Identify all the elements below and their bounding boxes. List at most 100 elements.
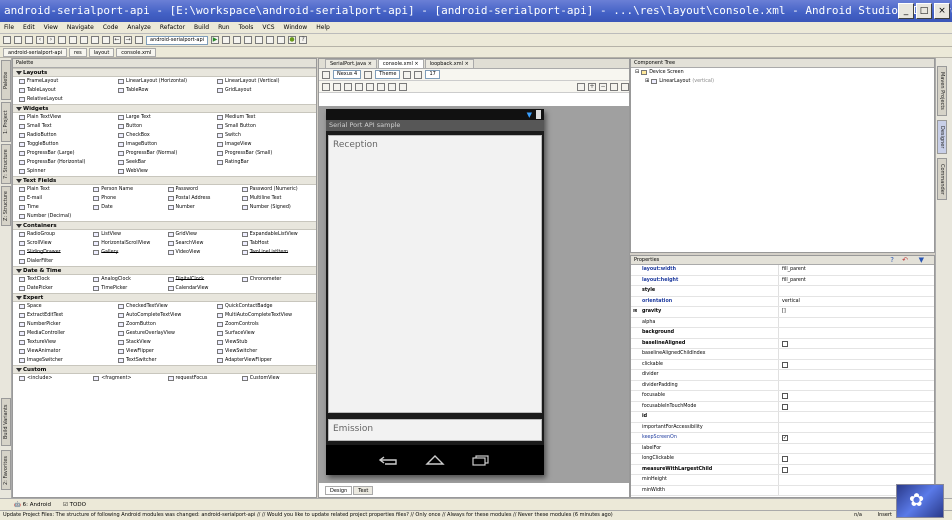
menu-navigate[interactable]: Navigate	[67, 22, 94, 33]
property-value[interactable]	[779, 444, 934, 454]
find-icon[interactable]	[91, 36, 99, 44]
palette-item[interactable]: requestFocus	[167, 374, 242, 383]
property-value[interactable]: []	[779, 307, 934, 317]
project-structure-icon[interactable]	[255, 36, 264, 44]
property-checkbox[interactable]: ✓	[782, 435, 788, 441]
palette-item[interactable]: E-mail	[19, 194, 93, 203]
palette-item[interactable]: ViewFlipper	[118, 347, 217, 356]
palette-item[interactable]: SurfaceView	[217, 329, 316, 338]
emission-edittext[interactable]: Emission	[328, 419, 542, 441]
palette-item[interactable]: Phone	[93, 194, 167, 203]
property-value[interactable]	[779, 391, 934, 401]
zoom-out-icon[interactable]: −	[599, 82, 607, 91]
align-icon[interactable]	[322, 82, 330, 91]
palette-item[interactable]: TextClock	[19, 275, 93, 284]
property-row[interactable]: focusable	[631, 391, 934, 402]
property-row[interactable]: background	[631, 328, 934, 339]
tab-favorites[interactable]: 2: Favorites	[1, 450, 11, 490]
property-row[interactable]: ⊞ gravity []	[631, 307, 934, 318]
expand-icon[interactable]: ⊞	[633, 307, 637, 317]
menu-help[interactable]: Help	[316, 22, 330, 33]
palette-item[interactable]: TabHost	[241, 239, 316, 248]
property-checkbox[interactable]	[782, 466, 788, 473]
palette-item[interactable]: Password (Numeric)	[241, 185, 316, 194]
menu-code[interactable]: Code	[103, 22, 118, 33]
palette-item[interactable]: FrameLayout	[19, 77, 118, 86]
property-value[interactable]: ✓	[779, 433, 934, 443]
property-row[interactable]: dividerPadding	[631, 380, 934, 391]
palette-item[interactable]: ListView	[93, 230, 167, 239]
activity-icon[interactable]	[403, 70, 412, 79]
property-checkbox[interactable]	[782, 456, 788, 462]
close-tab-icon[interactable]: ×	[366, 61, 372, 67]
palette-item[interactable]: TableLayout	[19, 86, 118, 95]
palette-item[interactable]: Chronometer	[241, 275, 316, 284]
palette-item[interactable]: LinearLayout (Vertical)	[217, 77, 316, 86]
palette-section-date-time[interactable]: Date & Time	[13, 266, 316, 275]
palette-item[interactable]: MultiAutoCompleteTextView	[217, 311, 316, 320]
restore-default-icon[interactable]: ↶	[902, 256, 908, 264]
palette-item[interactable]: ViewSwitcher	[217, 347, 316, 356]
menu-vcs[interactable]: VCS	[262, 22, 274, 33]
palette-item[interactable]: Person Name	[93, 185, 167, 194]
palette-section-widgets[interactable]: Widgets	[13, 104, 316, 113]
palette-item[interactable]: GestureOverlayView	[118, 329, 217, 338]
tab-palette[interactable]: Palette	[1, 60, 11, 100]
breadcrumb-item[interactable]: console.xml	[116, 47, 157, 57]
file-tab[interactable]: loopback.xml ×	[424, 59, 474, 68]
palette-item[interactable]: RelativeLayout	[19, 95, 118, 104]
make-icon[interactable]	[135, 36, 143, 44]
android-icon[interactable]: ●	[288, 36, 297, 44]
tab-designer[interactable]: Designer	[937, 120, 947, 154]
cut-icon[interactable]	[58, 36, 66, 44]
menu-tools[interactable]: Tools	[239, 22, 254, 33]
sdk-manager-icon[interactable]	[277, 36, 286, 44]
palette-item[interactable]: ViewStub	[217, 338, 316, 347]
palette-item[interactable]: CustomView	[241, 374, 316, 383]
palette-toggle-icon[interactable]	[322, 70, 330, 79]
palette-item[interactable]: Password	[167, 185, 242, 194]
run-icon[interactable]: ▶	[211, 36, 220, 44]
palette-item[interactable]: ImageView	[217, 140, 316, 149]
menu-window[interactable]: Window	[284, 22, 308, 33]
back-icon[interactable]: ←	[113, 36, 121, 44]
help-icon[interactable]: ?	[890, 256, 894, 264]
minimize-button[interactable]: _	[898, 3, 914, 19]
palette-item[interactable]: SlidingDrawer	[19, 248, 93, 257]
property-checkbox[interactable]	[782, 340, 788, 347]
menu-build[interactable]: Build	[194, 22, 209, 33]
palette-item[interactable]: ProgressBar (Normal)	[118, 149, 217, 158]
api-level-select[interactable]: 17	[425, 70, 440, 79]
menu-refactor[interactable]: Refactor	[160, 22, 185, 33]
property-value[interactable]	[779, 370, 934, 380]
forward-icon[interactable]: →	[124, 36, 132, 44]
property-row[interactable]: measureWithLargestChild	[631, 464, 934, 475]
property-row[interactable]: clickable	[631, 359, 934, 370]
palette-item[interactable]: AdapterViewFlipper	[217, 356, 316, 365]
property-value[interactable]: vertical	[779, 297, 934, 307]
maximize-button[interactable]: □	[916, 3, 932, 19]
property-value[interactable]: fill_parent	[779, 276, 934, 286]
tree-item-device-screen[interactable]: ⊟ Device Screen	[631, 68, 934, 77]
palette-section-text-fields[interactable]: Text Fields	[13, 176, 316, 185]
paste-icon[interactable]	[80, 36, 88, 44]
tab-android[interactable]: 🤖 6: Android	[14, 502, 51, 508]
property-row[interactable]: longClickable	[631, 454, 934, 465]
property-value[interactable]	[779, 454, 934, 464]
palette-item[interactable]: Small Text	[19, 122, 118, 131]
palette-item[interactable]: Number (Signed)	[241, 203, 316, 212]
property-row[interactable]: keepScreenOn ✓	[631, 433, 934, 444]
property-checkbox[interactable]	[782, 361, 788, 368]
palette-item[interactable]: ExpandableListView	[241, 230, 316, 239]
breadcrumb-item[interactable]: layout	[88, 47, 115, 57]
palette-item[interactable]: <include>	[19, 374, 93, 383]
tab-todo[interactable]: ☑ TODO	[63, 502, 86, 508]
palette-item[interactable]: TimePicker	[93, 284, 167, 293]
menu-analyze[interactable]: Analyze	[127, 22, 151, 33]
property-checkbox[interactable]	[782, 393, 788, 399]
palette-item[interactable]: VideoView	[167, 248, 242, 257]
zoom-fit-icon[interactable]	[577, 82, 585, 91]
palette-item[interactable]: TextSwitcher	[118, 356, 217, 365]
palette-section-layouts[interactable]: Layouts	[13, 68, 316, 77]
palette-item[interactable]: Plain Text	[19, 185, 93, 194]
